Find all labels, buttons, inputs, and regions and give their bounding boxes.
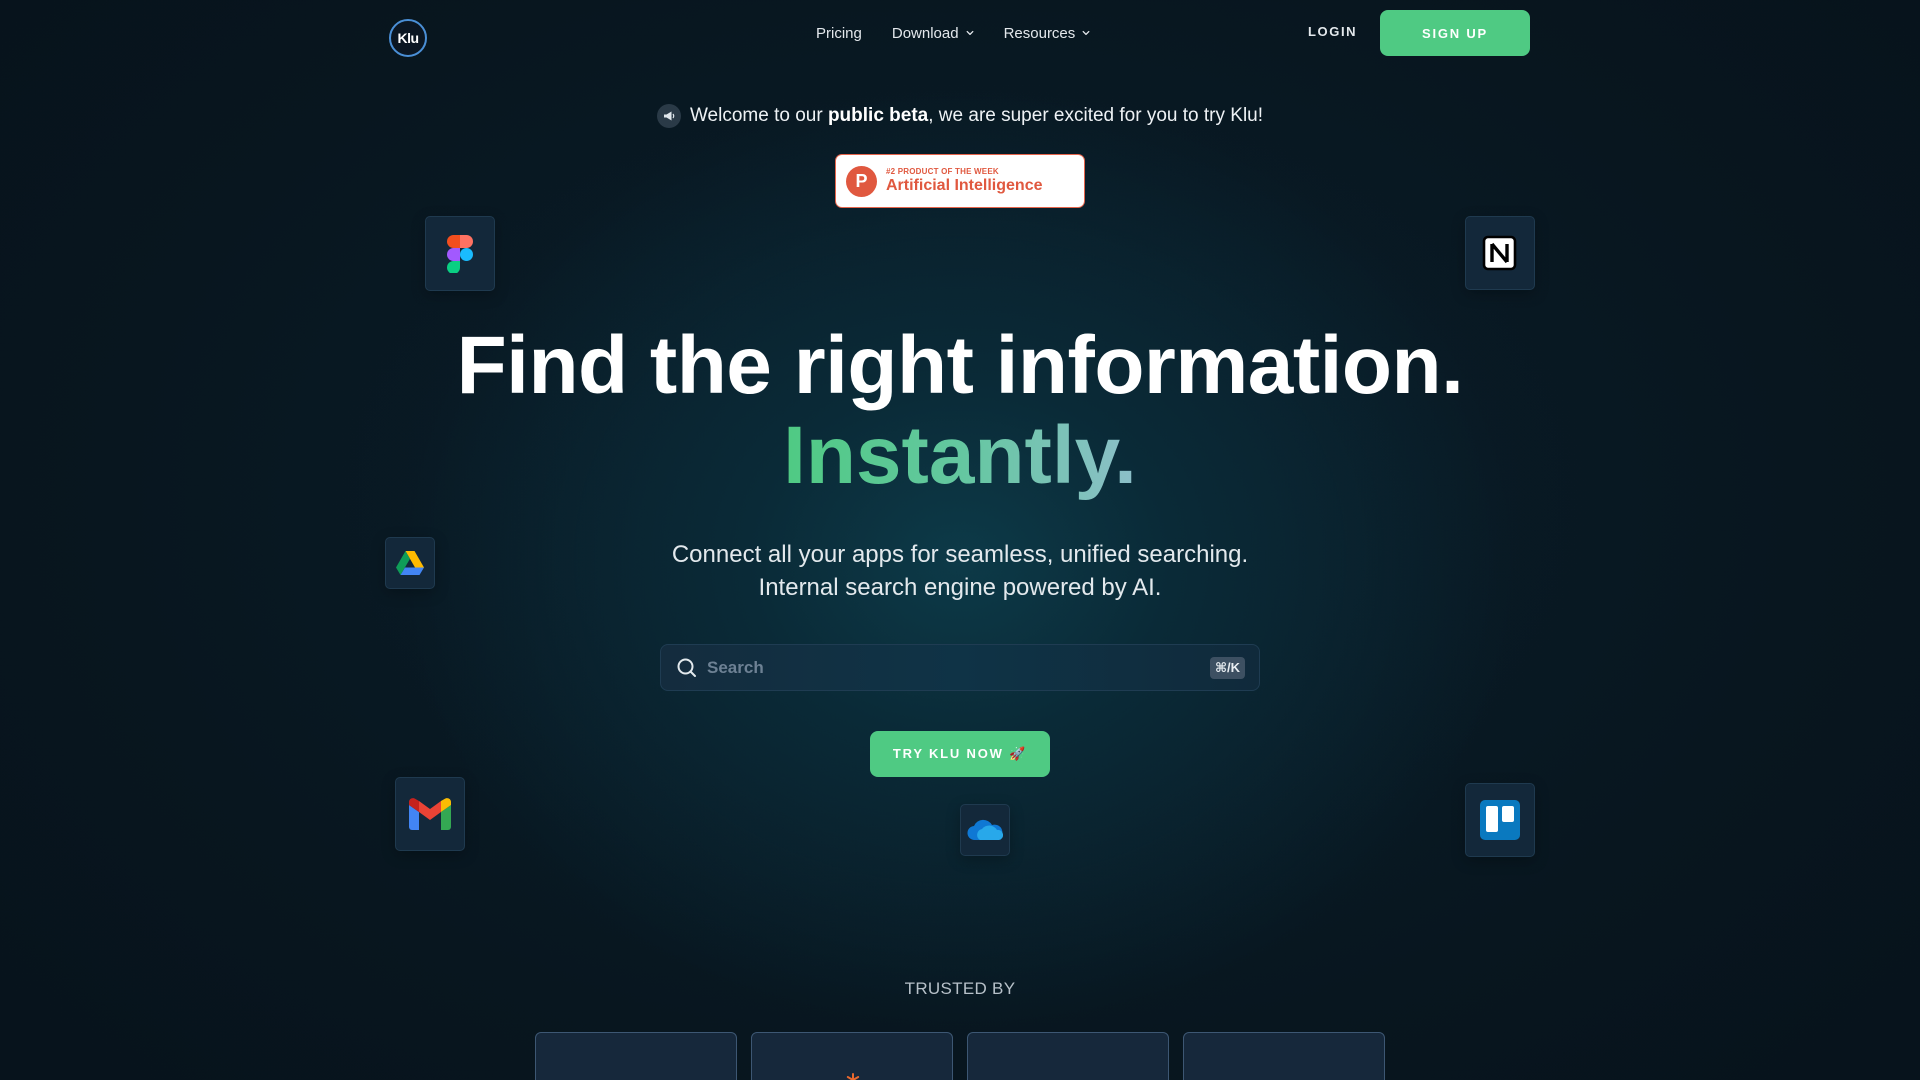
klu-logo[interactable]: Klu	[389, 19, 427, 57]
logo-text: Klu	[397, 30, 419, 46]
figma-icon	[447, 234, 473, 273]
megaphone-icon	[656, 104, 681, 128]
beta-text-bold: public beta	[827, 105, 929, 126]
product-hunt-badge[interactable]: P #2 PRODUCT OF THE WEEK Artificial Inte…	[835, 154, 1085, 208]
nav-download-label: Download	[891, 24, 959, 42]
product-hunt-rank: #2 PRODUCT OF THE WEEK	[886, 167, 999, 176]
nav-pricing-link[interactable]: Pricing	[816, 25, 862, 42]
hero-subtitle: Connect all your apps for seamless, unif…	[0, 538, 1920, 604]
nav-resources-dropdown[interactable]: Resources	[1004, 25, 1091, 42]
search-bar[interactable]: ⌘/K	[660, 644, 1260, 691]
hero-subtitle-line2: Internal search engine powered by AI.	[758, 574, 1162, 601]
trello-tile	[1465, 783, 1535, 857]
product-hunt-category: Artificial Intelligence	[886, 177, 1043, 194]
nav-resources-label: Resources	[1003, 24, 1076, 42]
trusted-logo-card	[1183, 1032, 1385, 1080]
hero-title: Find the right information.	[456, 320, 1464, 411]
chevron-down-icon	[1082, 30, 1090, 35]
try-klu-button[interactable]: TRY KLU NOW 🚀	[870, 731, 1050, 777]
search-icon	[677, 658, 696, 677]
beta-text-after: , we are super excited for you to try Kl…	[928, 105, 1264, 126]
hero-subtitle-line1: Connect all your apps for seamless, unif…	[671, 541, 1249, 568]
keyboard-shortcut-badge: ⌘/K	[1209, 656, 1245, 679]
beta-banner: Welcome to our public beta, we are super…	[0, 104, 1920, 128]
notion-tile	[1465, 216, 1535, 290]
trusted-logo-card	[535, 1032, 737, 1080]
onedrive-icon	[967, 819, 1003, 841]
trello-icon	[1480, 800, 1520, 840]
search-input[interactable]	[707, 657, 1210, 678]
chevron-down-icon	[966, 30, 974, 35]
gmail-icon	[409, 798, 451, 830]
beta-text-before: Welcome to our	[689, 105, 828, 126]
trusted-logo-card	[751, 1032, 953, 1080]
asterisk-logo-icon	[846, 1073, 860, 1080]
main-nav: Pricing Download Resources	[816, 22, 1090, 44]
signup-button[interactable]: SIGN UP	[1380, 10, 1530, 56]
trusted-by-heading: TRUSTED BY	[904, 979, 1016, 998]
trusted-logo-card	[967, 1032, 1169, 1080]
product-hunt-text: #2 PRODUCT OF THE WEEK Artificial Intell…	[886, 167, 1042, 195]
nav-pricing-label: Pricing	[816, 24, 862, 42]
hero-highlight-text: Instantly.	[783, 410, 1137, 501]
gmail-tile	[395, 777, 465, 851]
product-hunt-icon: P	[846, 165, 877, 197]
beta-text: Welcome to our public beta, we are super…	[690, 105, 1263, 127]
onedrive-tile	[960, 804, 1010, 856]
login-link[interactable]: LOGIN	[1308, 24, 1357, 39]
hero-highlight: Instantly.	[0, 415, 1920, 497]
notion-icon	[1482, 235, 1517, 271]
figma-tile	[425, 216, 495, 291]
nav-download-dropdown[interactable]: Download	[892, 25, 974, 42]
